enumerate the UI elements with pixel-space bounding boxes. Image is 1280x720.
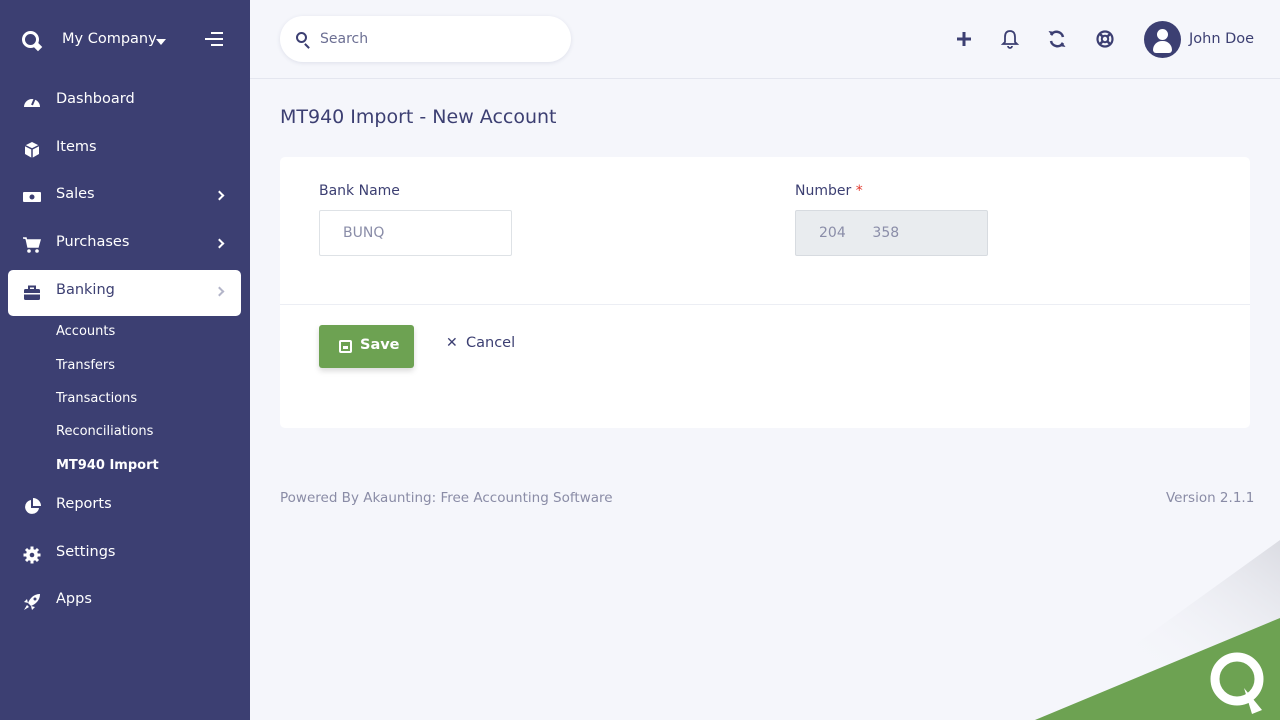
search-bar[interactable] — [280, 16, 571, 62]
top-navbar: John Doe — [250, 0, 1280, 79]
bank-name-input[interactable] — [319, 210, 512, 256]
dashboard-icon — [24, 97, 40, 107]
sidebar-item-label: Items — [56, 139, 97, 155]
sidebar-item-label: Settings — [56, 544, 116, 560]
sidebar-subitem-reconciliations[interactable]: Reconciliations — [56, 424, 153, 439]
sidebar-item-label: Apps — [56, 591, 92, 607]
number-label-text: Number — [795, 183, 852, 199]
cube-icon — [24, 142, 40, 158]
sidebar-subitem-transfers[interactable]: Transfers — [56, 358, 115, 373]
chevron-right-icon — [214, 286, 225, 297]
sidebar-item-reports[interactable]: Reports — [8, 484, 241, 530]
money-bill-icon — [23, 192, 41, 202]
sidebar-item-label: Sales — [56, 186, 95, 202]
cancel-button-label: Cancel — [466, 335, 516, 351]
plus-icon[interactable] — [954, 29, 974, 49]
sidebar-item-settings[interactable]: Settings — [8, 532, 241, 578]
sidebar: My Company Dashboard Items Sales Purchas… — [0, 0, 250, 720]
sidebar-item-purchases[interactable]: Purchases — [8, 222, 241, 268]
pie-chart-icon — [25, 498, 41, 514]
decorative-corner — [1030, 540, 1280, 720]
sidebar-subitem-transactions[interactable]: Transactions — [56, 391, 137, 406]
chevron-right-icon — [214, 238, 225, 249]
form-card: Bank Name Number * Save ✕ Cancel — [280, 157, 1250, 428]
sidebar-item-banking[interactable]: Banking — [8, 270, 241, 316]
rocket-icon — [24, 594, 40, 610]
briefcase-icon — [24, 285, 40, 300]
card-divider — [280, 304, 1250, 305]
sidebar-item-label: Banking — [56, 282, 115, 298]
save-button-label: Save — [360, 337, 400, 353]
sidebar-item-items[interactable]: Items — [8, 127, 241, 173]
search-input[interactable] — [320, 28, 550, 50]
gear-icon — [23, 546, 41, 564]
life-ring-icon[interactable] — [1095, 29, 1115, 49]
brand: My Company — [0, 0, 250, 80]
sidebar-item-dashboard[interactable]: Dashboard — [8, 79, 241, 125]
bell-icon[interactable] — [1000, 29, 1020, 49]
number-input — [795, 210, 988, 256]
sidebar-toggle-icon[interactable] — [205, 32, 223, 46]
sidebar-subitem-accounts[interactable]: Accounts — [56, 324, 115, 339]
shopping-cart-icon — [23, 237, 41, 253]
footer-version: Version 2.1.1 — [1166, 490, 1255, 506]
footer-powered-by[interactable]: Powered By Akaunting: Free Accounting So… — [280, 490, 613, 506]
sidebar-item-label: Purchases — [56, 234, 130, 250]
close-icon: ✕ — [446, 335, 458, 351]
sidebar-item-sales[interactable]: Sales — [8, 174, 241, 220]
user-name[interactable]: John Doe — [1189, 31, 1254, 47]
bank-name-label: Bank Name — [319, 183, 400, 199]
akaunting-logo-icon[interactable] — [22, 31, 39, 48]
caret-down-icon[interactable] — [156, 39, 166, 45]
number-label: Number * — [795, 183, 863, 199]
required-asterisk: * — [855, 183, 863, 199]
sidebar-item-apps[interactable]: Apps — [8, 579, 241, 625]
sidebar-item-label: Reports — [56, 496, 112, 512]
chevron-right-icon — [214, 190, 225, 201]
save-button[interactable]: Save — [319, 325, 414, 368]
sidebar-item-label: Dashboard — [56, 91, 135, 107]
user-avatar[interactable] — [1144, 21, 1181, 58]
page-title: MT940 Import - New Account — [280, 106, 557, 128]
search-icon — [296, 32, 307, 43]
sidebar-subitem-mt940-import[interactable]: MT940 Import — [56, 458, 159, 473]
save-icon — [339, 340, 352, 353]
company-switcher[interactable]: My Company — [62, 31, 157, 47]
sync-icon[interactable] — [1047, 29, 1067, 49]
